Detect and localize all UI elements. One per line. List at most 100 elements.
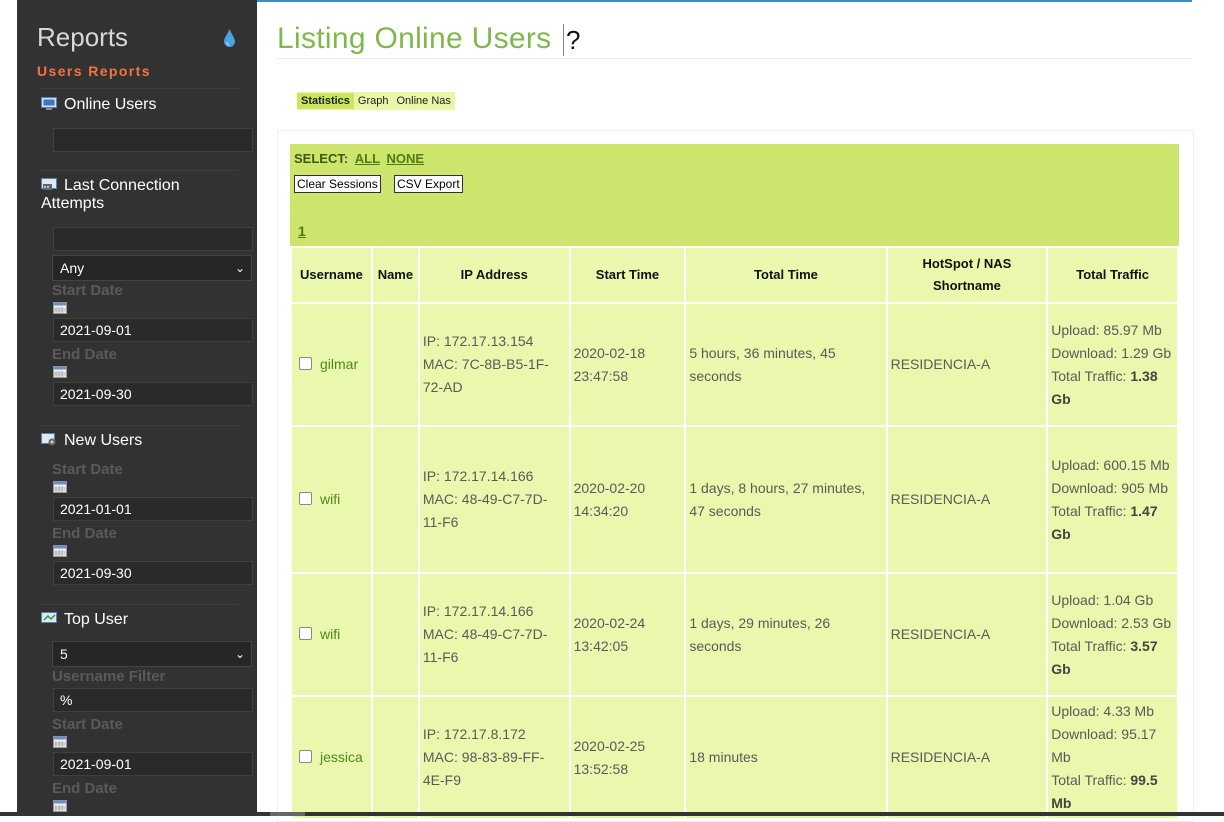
username-cell: jessica <box>290 695 373 820</box>
row-checkbox[interactable] <box>299 627 312 640</box>
pagination-page-1[interactable]: 1 <box>298 223 306 239</box>
traffic-cell: Upload: 4.33 Mb Download: 95.17 Mb Total T… <box>1046 695 1179 820</box>
start-date-label: Start Date <box>52 461 123 478</box>
username-link[interactable]: wifi <box>320 626 340 642</box>
sidebar-item-label: Online Users <box>64 96 157 113</box>
calendar-icon[interactable] <box>53 481 67 493</box>
upload-value: Upload: 600.15 Mb <box>1051 456 1170 473</box>
name-cell <box>370 302 420 427</box>
column-header[interactable]: Username <box>290 246 373 304</box>
username-filter-input[interactable]: % <box>53 688 253 712</box>
column-header[interactable]: Name <box>370 246 420 304</box>
mac-value: MAC: 7C-8B-B5-1F-72-AD <box>422 356 549 395</box>
calendar-icon[interactable] <box>53 545 67 557</box>
top-user-icon <box>41 612 57 623</box>
name-cell <box>370 572 420 697</box>
username-filter-label: Username Filter <box>52 668 166 685</box>
column-header[interactable]: Start Time <box>568 246 687 304</box>
table-row: gilmar IP: 172.17.13.154 MAC: 7C-8B-B5-1F… <box>290 302 1179 427</box>
total-time-cell: 18 minutes <box>684 695 888 820</box>
start-date-label: Start Date <box>52 716 123 733</box>
mac-value: MAC: 48-49-C7-7D-11-F6 <box>422 491 548 530</box>
traffic-cell: Upload: 600.15 Mb Download: 905 Mb Total T… <box>1046 425 1179 574</box>
mac-value: MAC: 98-83-89-FF-4E-F9 <box>422 749 545 788</box>
traffic-label: Total Traffic: <box>1051 772 1127 788</box>
sidebar-item-new-users[interactable]: New Users <box>41 432 241 450</box>
select-all-link[interactable]: ALL <box>355 151 380 166</box>
tab-bar: Statistics Graph Online Nas <box>297 92 455 110</box>
start-time-cell: 2020-02-24 13:42:05 <box>568 572 687 697</box>
column-header[interactable]: IP Address <box>417 246 571 304</box>
select-none-link[interactable]: NONE <box>386 151 424 166</box>
calendar-icon[interactable] <box>53 800 67 812</box>
name-cell <box>370 695 420 820</box>
last-connection-start-date[interactable]: 2021-09-01 <box>53 318 253 342</box>
monitor-icon <box>41 97 57 110</box>
ip-value: IP: 172.17.8.172 <box>422 726 526 742</box>
ip-cell: IP: 172.17.13.154 MAC: 7C-8B-B5-1F-72-AD <box>417 302 571 427</box>
tab-graph[interactable]: Graph <box>354 95 393 107</box>
top-user-start-date[interactable]: 2021-09-01 <box>53 752 253 776</box>
sidebar-divider <box>40 604 238 605</box>
last-connection-input[interactable] <box>53 227 253 251</box>
chevron-down-icon: ⌄ <box>234 261 245 275</box>
sidebar-item-top-user[interactable]: Top User <box>41 611 241 629</box>
last-connection-select[interactable]: Any ⌄ <box>52 255 252 281</box>
traffic-cell: Upload: 1.04 Gb Download: 2.53 Gb Total Tr… <box>1046 572 1179 697</box>
username-link[interactable]: jessica <box>320 749 363 765</box>
column-header[interactable]: Total Traffic <box>1046 246 1179 304</box>
new-users-end-date[interactable]: 2021-09-30 <box>53 561 253 585</box>
download-value: Download: 905 Mb <box>1051 479 1169 496</box>
select-value: 5 <box>60 646 68 662</box>
calendar-icon[interactable] <box>53 302 67 314</box>
tab-online-nas[interactable]: Online Nas <box>393 95 455 107</box>
nas-cell: RESIDENCIA-A <box>885 572 1049 697</box>
username-link[interactable]: gilmar <box>320 356 358 372</box>
nas-cell: RESIDENCIA-A <box>885 695 1049 820</box>
online-users-input[interactable] <box>53 128 253 152</box>
page-title: Listing Online Users <box>277 22 552 55</box>
download-value: Download: 1.29 Gb <box>1051 344 1172 361</box>
row-checkbox[interactable] <box>299 492 312 505</box>
select-label: SELECT: <box>294 151 349 166</box>
calendar-icon[interactable] <box>53 736 67 748</box>
ip-value: IP: 172.17.14.166 <box>422 468 534 484</box>
table-row: wifi IP: 172.17.14.166 MAC: 48-49-C7-7D-1… <box>290 425 1179 574</box>
traffic-label: Total Traffic: <box>1051 502 1127 519</box>
sidebar-item-last-connection[interactable]: Last Connection Attempts <box>41 177 211 213</box>
select-row: SELECT: ALL NONE <box>294 151 424 166</box>
nas-cell: RESIDENCIA-A <box>885 425 1049 574</box>
username-link[interactable]: wifi <box>320 491 340 507</box>
table-row: wifi IP: 172.17.14.166 MAC: 48-49-C7-7D-1… <box>290 572 1179 697</box>
column-header[interactable]: HotSpot / NAS Shortname <box>885 246 1049 304</box>
ip-cell: IP: 172.17.14.166 MAC: 48-49-C7-7D-11-F6 <box>417 425 571 574</box>
top-user-count-select[interactable]: 5 ⌄ <box>52 641 252 667</box>
download-value: Download: 95.17 Mb <box>1051 726 1157 765</box>
calendar-icon[interactable] <box>53 366 67 378</box>
csv-export-button[interactable]: CSV Export <box>394 175 463 193</box>
last-connection-end-date[interactable]: 2021-09-30 <box>53 382 253 406</box>
sidebar-divider <box>40 88 238 89</box>
help-icon[interactable]: ? <box>563 24 580 56</box>
upload-value: Upload: 1.04 Gb <box>1051 591 1154 608</box>
sidebar-item-online-users[interactable]: Online Users <box>41 96 241 114</box>
mac-value: MAC: 48-49-C7-7D-11-F6 <box>422 626 548 665</box>
total-time-cell: 5 hours, 36 minutes, 45 seconds <box>684 302 888 427</box>
column-header[interactable]: Total Time <box>684 246 888 304</box>
sidebar-subtitle: Users Reports <box>37 63 151 79</box>
row-checkbox[interactable] <box>299 357 312 370</box>
title-divider <box>277 58 1192 59</box>
username-cell: gilmar <box>290 302 373 427</box>
start-time-cell: 2020-02-18 23:47:58 <box>568 302 687 427</box>
row-checkbox[interactable] <box>299 750 312 763</box>
left-gutter <box>0 0 17 816</box>
horizontal-scrollbar[interactable] <box>0 812 1224 816</box>
sidebar-item-label: Last Connection Attempts <box>41 177 180 212</box>
sidebar-divider <box>40 425 238 426</box>
scrollbar-thumb[interactable] <box>270 812 305 816</box>
new-users-start-date[interactable]: 2021-01-01 <box>53 497 253 521</box>
clear-sessions-button[interactable]: Clear Sessions <box>294 175 381 193</box>
select-value: Any <box>60 260 85 276</box>
tab-statistics[interactable]: Statistics <box>297 93 354 109</box>
ip-cell: IP: 172.17.8.172 MAC: 98-83-89-FF-4E-F9 <box>417 695 571 820</box>
